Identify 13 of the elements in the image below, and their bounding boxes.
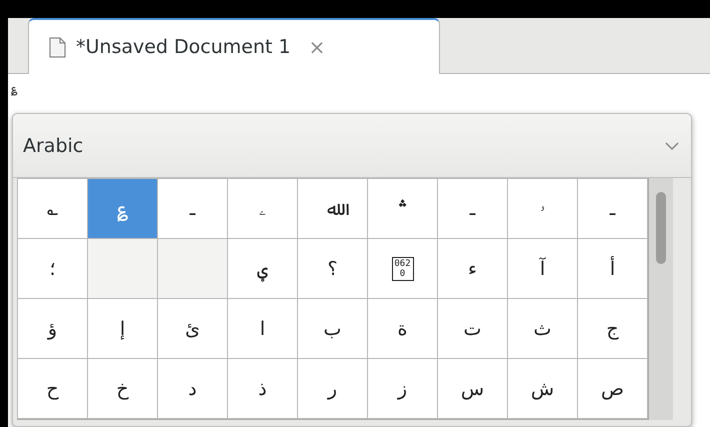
scrollbar[interactable] [649,178,673,420]
editor-text: ؏ [11,82,17,95]
missing-glyph-box: 0620 [392,256,414,280]
document-tab[interactable]: *Unsaved Document 1 × [28,18,440,74]
character-cell[interactable]: ص [577,358,648,419]
script-dropdown[interactable]: Arabic [13,114,691,178]
character-cell[interactable] [157,238,228,299]
character-cell[interactable] [87,238,158,299]
chevron-icon [665,142,679,150]
character-cell[interactable]: ح [17,358,88,419]
character-cell[interactable]: ـ [577,178,648,239]
scrollbar-thumb[interactable] [656,192,666,264]
document-icon [49,36,66,58]
